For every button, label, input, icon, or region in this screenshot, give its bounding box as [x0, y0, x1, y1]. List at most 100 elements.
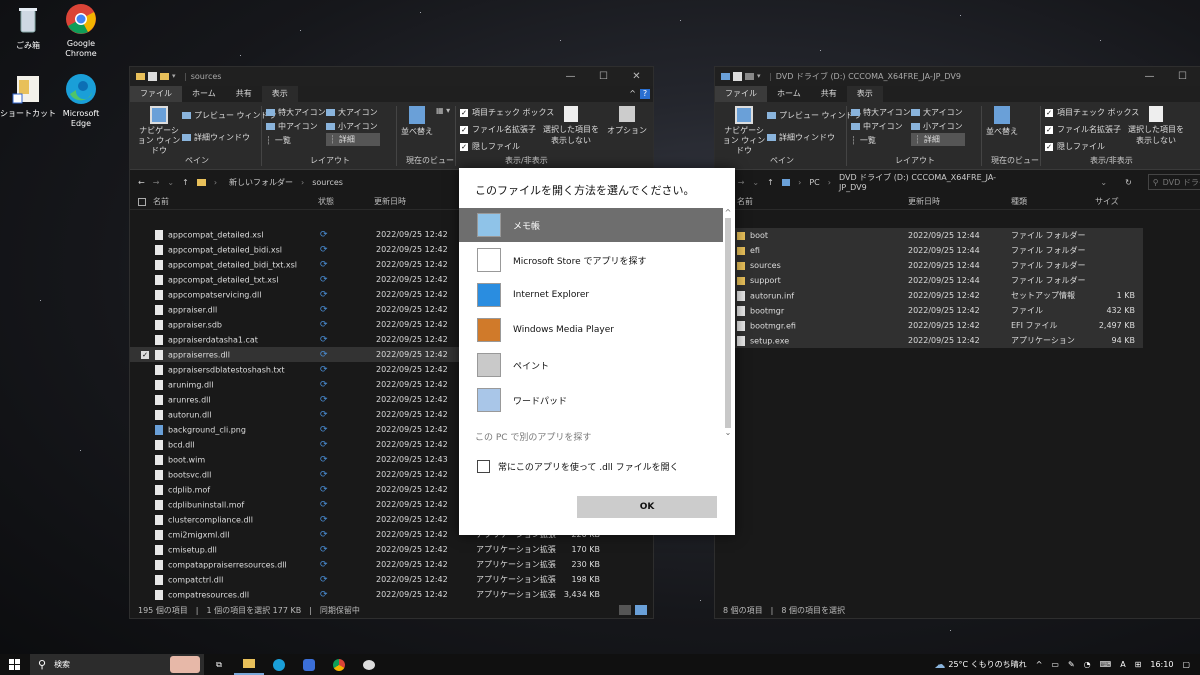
checkbox-icon[interactable]: [148, 72, 157, 81]
chevron-down-icon[interactable]: ▾: [172, 72, 178, 81]
sort-button[interactable]: 並べ替え: [400, 106, 434, 137]
scroll-thumb[interactable]: [725, 218, 731, 428]
table-row[interactable]: boot 2022/09/25 12:44 ファイル フォルダー: [715, 228, 1143, 243]
tab-home[interactable]: ホーム: [182, 86, 226, 102]
view-s-icons[interactable]: 小アイコン: [326, 121, 378, 132]
view-l-icons[interactable]: 大アイコン: [326, 107, 378, 118]
device-icon[interactable]: ▭: [1051, 660, 1059, 669]
recent-dropdown-icon[interactable]: ⌄: [167, 178, 174, 187]
minimize-button[interactable]: —: [554, 71, 587, 82]
hidden-files-toggle[interactable]: ✓ 隠しファイル: [1045, 141, 1105, 152]
task-view-button[interactable]: ⧉: [204, 654, 234, 675]
taskbar-app[interactable]: [294, 654, 324, 675]
table-row[interactable]: compatresources.dll ⟳ 2022/09/25 12:42 アプリケ…: [130, 587, 653, 602]
breadcrumb-sources[interactable]: sources: [312, 178, 343, 187]
recent-dropdown-icon[interactable]: ⌄: [752, 178, 759, 187]
row-checkbox[interactable]: [141, 411, 149, 419]
taskbar-chrome[interactable]: [324, 654, 354, 675]
desktop-icon-chrome[interactable]: Google Chrome: [53, 2, 109, 59]
view-xl-icons[interactable]: 特大アイコン: [851, 107, 911, 118]
maximize-button[interactable]: ☐: [1166, 71, 1199, 82]
view-m-icons[interactable]: 中アイコン: [851, 121, 903, 132]
tab-share[interactable]: 共有: [811, 86, 847, 102]
column-date[interactable]: 更新日時: [908, 196, 1011, 207]
search-box[interactable]: ⚲ DVD ドライ: [1147, 174, 1200, 190]
row-checkbox[interactable]: [141, 546, 149, 554]
app-option[interactable]: メモ帳: [459, 208, 723, 242]
always-use-checkbox[interactable]: 常にこのアプリを使って .dll ファイルを開く: [477, 460, 679, 473]
row-checkbox[interactable]: ✓: [141, 350, 149, 359]
ok-button[interactable]: OK: [577, 496, 717, 518]
file-ext-toggle[interactable]: ✓ ファイル名拡張子: [460, 124, 536, 135]
scroll-down-icon[interactable]: ⌄: [723, 428, 733, 438]
tab-home[interactable]: ホーム: [767, 86, 811, 102]
app-option[interactable]: Microsoft Store でアプリを探す: [459, 243, 723, 277]
table-row[interactable]: setup.exe 2022/09/25 12:42 アプリケーション 94 KB: [715, 333, 1143, 348]
row-checkbox[interactable]: [141, 441, 149, 449]
taskbar-search[interactable]: ⚲ 検索: [30, 654, 204, 675]
table-row[interactable]: support 2022/09/25 12:44 ファイル フォルダー: [715, 273, 1143, 288]
large-icons-view-icon[interactable]: [635, 605, 647, 615]
row-checkbox[interactable]: [141, 321, 149, 329]
language-icon[interactable]: ⊞: [1135, 660, 1142, 669]
file-ext-toggle[interactable]: ✓ ファイル名拡張子: [1045, 124, 1121, 135]
table-row[interactable]: compatappraiserresources.dll ⟳ 2022/09/25 …: [130, 557, 653, 572]
row-checkbox[interactable]: [141, 501, 149, 509]
forward-icon[interactable]: →: [738, 178, 745, 187]
maximize-button[interactable]: ☐: [587, 71, 620, 82]
tab-share[interactable]: 共有: [226, 86, 262, 102]
row-checkbox[interactable]: [141, 516, 149, 524]
select-all-checkbox[interactable]: [138, 197, 146, 206]
view-details[interactable]: ┆ 詳細: [911, 133, 965, 146]
tab-view[interactable]: 表示: [846, 86, 883, 102]
close-button[interactable]: ✕: [620, 71, 653, 82]
checkbox-box[interactable]: [477, 460, 490, 473]
find-other-app-link[interactable]: この PC で別のアプリを探す: [475, 430, 591, 443]
row-checkbox[interactable]: [141, 306, 149, 314]
scroll-up-icon[interactable]: ^: [723, 208, 733, 218]
row-checkbox[interactable]: [141, 276, 149, 284]
checkbox-icon[interactable]: [733, 72, 742, 81]
row-checkbox[interactable]: [141, 366, 149, 374]
tab-view[interactable]: 表示: [261, 86, 298, 102]
keyboard-icon[interactable]: ⌨: [1100, 660, 1112, 669]
minimize-button[interactable]: —: [1133, 71, 1166, 82]
title-bar[interactable]: ▾ | sources — ☐ ✕: [130, 67, 653, 86]
start-button[interactable]: [0, 654, 30, 675]
preview-pane-button[interactable]: プレビュー ウィンドウ: [182, 110, 277, 121]
view-details[interactable]: ┆ 詳細: [326, 133, 380, 146]
pen-icon[interactable]: ✎: [1068, 660, 1075, 669]
column-status[interactable]: 状態: [318, 196, 374, 207]
folder-icon[interactable]: [745, 73, 754, 80]
row-checkbox[interactable]: [141, 246, 149, 254]
help-icon[interactable]: ?: [640, 89, 650, 99]
desktop-icon-edge[interactable]: Microsoft Edge: [53, 72, 109, 129]
group-by-icon[interactable]: ▦ ▾: [436, 106, 450, 115]
details-view-icon[interactable]: [619, 605, 631, 615]
item-checkbox-toggle[interactable]: ✓ 項目チェック ボックス: [460, 107, 554, 118]
sort-button[interactable]: 並べ替え: [985, 106, 1019, 137]
column-date[interactable]: 更新日時: [374, 196, 406, 207]
breadcrumb-dvd[interactable]: DVD ドライブ (D:) CCCOMA_X64FRE_JA-JP_DV9: [839, 172, 1010, 192]
column-type[interactable]: 種類: [1011, 196, 1095, 207]
row-checkbox[interactable]: [141, 471, 149, 479]
table-row[interactable]: autorun.inf 2022/09/25 12:42 セットアップ情報 1 KB: [715, 288, 1143, 303]
row-checkbox[interactable]: [141, 231, 149, 239]
forward-icon[interactable]: →: [153, 178, 160, 187]
ime-indicator[interactable]: A: [1120, 660, 1125, 669]
up-icon[interactable]: ↑: [767, 178, 774, 187]
view-s-icons[interactable]: 小アイコン: [911, 121, 963, 132]
notification-icon[interactable]: ▢: [1182, 660, 1190, 669]
table-row[interactable]: compatctrl.dll ⟳ 2022/09/25 12:42 アプリケーション拡…: [130, 572, 653, 587]
desktop-icon-shortcut[interactable]: ショートカット: [0, 72, 56, 119]
row-checkbox[interactable]: [141, 291, 149, 299]
row-checkbox[interactable]: [141, 591, 149, 599]
tab-file[interactable]: ファイル: [715, 86, 767, 102]
view-m-icons[interactable]: 中アイコン: [266, 121, 318, 132]
column-size[interactable]: サイズ: [1095, 196, 1119, 207]
taskbar-paint[interactable]: [354, 654, 384, 675]
table-row[interactable]: cmisetup.dll ⟳ 2022/09/25 12:42 アプリケーション拡張 1…: [130, 542, 653, 557]
table-row[interactable]: bootmgr.efi 2022/09/25 12:42 EFI ファイル 2,497…: [715, 318, 1143, 333]
hide-selected-button[interactable]: 選択した項目を 表示しない: [542, 106, 600, 146]
clock[interactable]: 16:10: [1150, 660, 1173, 669]
